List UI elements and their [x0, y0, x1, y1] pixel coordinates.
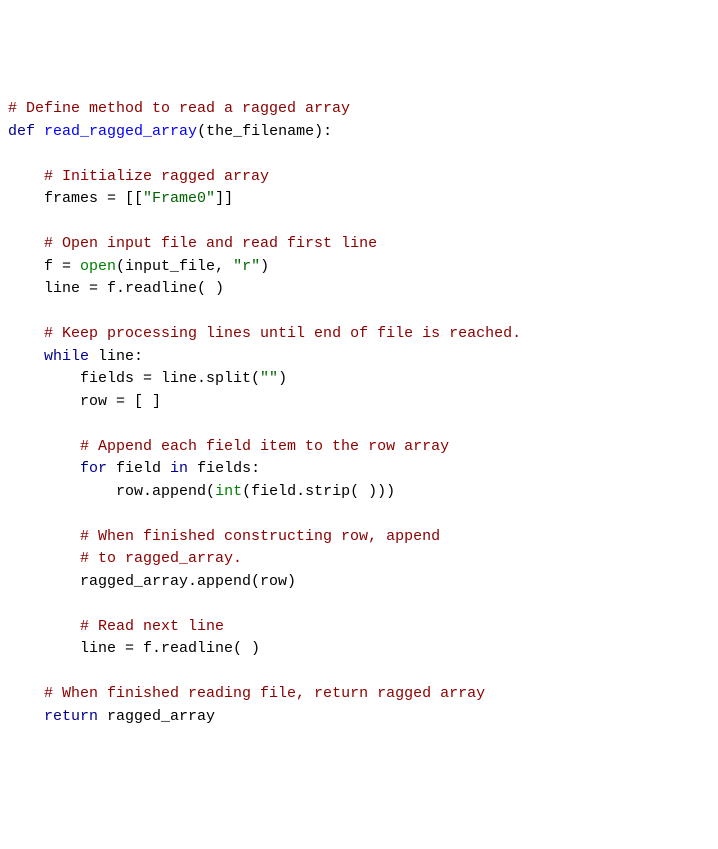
- code-text: ragged_array: [98, 708, 215, 725]
- keyword-def: def: [8, 123, 35, 140]
- code-text: ): [260, 258, 269, 275]
- code-text: line = f.readline( ): [80, 640, 260, 657]
- string-literal: "r": [233, 258, 260, 275]
- function-name: read_ragged_array: [44, 123, 197, 140]
- code-text: row = [ ]: [80, 393, 161, 410]
- keyword-for: for: [80, 460, 107, 477]
- code-text: row.append(: [116, 483, 215, 500]
- keyword-while: while: [44, 348, 89, 365]
- code-text: fields:: [188, 460, 260, 477]
- keyword-in: in: [170, 460, 188, 477]
- code-text: ]]: [215, 190, 233, 207]
- code-block: # Define method to read a ragged array d…: [8, 98, 710, 728]
- code-text: frames = [[: [44, 190, 143, 207]
- comment-line: # Initialize ragged array: [44, 168, 269, 185]
- code-text: (input_file,: [116, 258, 233, 275]
- comment-line: # Define method to read a ragged array: [8, 100, 350, 117]
- code-text: fields = line.split(: [80, 370, 260, 387]
- comment-line: # Keep processing lines until end of fil…: [44, 325, 521, 342]
- string-literal: "": [260, 370, 278, 387]
- code-text: (field.strip( ))): [242, 483, 395, 500]
- comment-line: # Read next line: [80, 618, 224, 635]
- builtin-open: open: [80, 258, 116, 275]
- code-text: line = f.readline( ): [44, 280, 224, 297]
- code-text: (the_filename):: [197, 123, 332, 140]
- code-text: f =: [44, 258, 80, 275]
- comment-line: # to ragged_array.: [80, 550, 242, 567]
- keyword-return: return: [44, 708, 98, 725]
- code-text: ): [278, 370, 287, 387]
- builtin-int: int: [215, 483, 242, 500]
- comment-line: # When finished constructing row, append: [80, 528, 440, 545]
- code-text: field: [107, 460, 170, 477]
- code-text: line:: [89, 348, 143, 365]
- comment-line: # When finished reading file, return rag…: [44, 685, 485, 702]
- comment-line: # Open input file and read first line: [44, 235, 377, 252]
- string-literal: "Frame0": [143, 190, 215, 207]
- comment-line: # Append each field item to the row arra…: [80, 438, 449, 455]
- code-text: ragged_array.append(row): [80, 573, 296, 590]
